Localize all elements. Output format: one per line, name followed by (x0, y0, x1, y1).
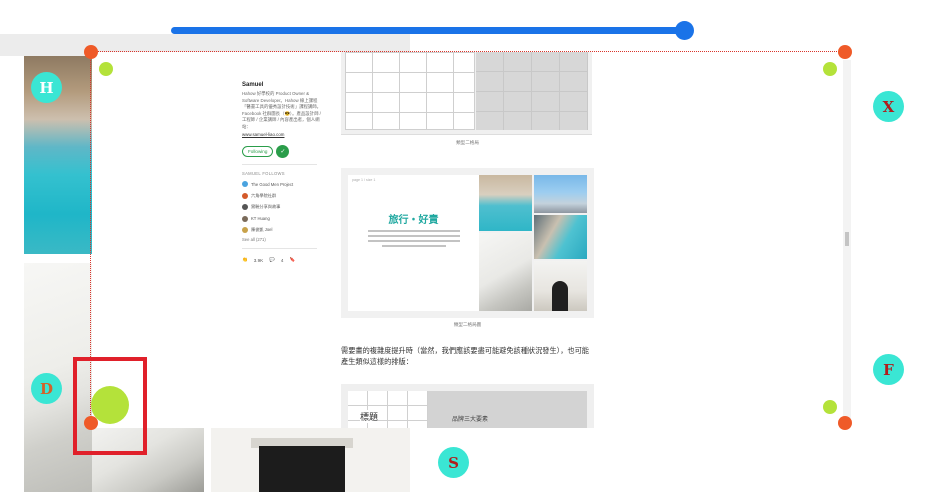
photo-dark-doorway (211, 428, 410, 492)
resize-handle-top-right[interactable] (838, 45, 852, 59)
travel-text-lines (368, 230, 460, 250)
resize-handle-top-left[interactable] (84, 45, 98, 59)
follow-avatar-icon (242, 192, 248, 199)
selection-top-edge (92, 51, 845, 52)
marker-dot-top-right[interactable] (823, 62, 837, 76)
title-layout-figure: 標題 品牌三大要素 (341, 384, 594, 428)
follows-list: The Good Men Project 六角學院社群 實驗分享與故事 KT Huan… (242, 179, 322, 237)
follow-item[interactable]: 陳俊凱 Joel (242, 225, 322, 237)
badge-s-letter: S (448, 453, 459, 472)
badge-f[interactable]: F (873, 354, 904, 385)
follow-item-label: KT Huang (251, 216, 270, 222)
figure-caption-2: 類型二格局圖 (453, 322, 482, 327)
travel-photo-coast (479, 175, 532, 231)
bookmark-icon[interactable]: 🔖 (289, 257, 295, 263)
follow-avatar-icon (242, 204, 248, 211)
title-layout-card: 標題 品牌三大要素 (348, 391, 587, 428)
following-button[interactable]: Following (242, 145, 274, 157)
highlight-box (73, 357, 147, 455)
table-grey-block (476, 52, 588, 130)
slider-track[interactable] (171, 27, 685, 34)
follow-avatar-icon (242, 181, 248, 188)
follow-item[interactable]: KT Huang (242, 213, 322, 225)
title-label: 標題 (360, 410, 379, 423)
badge-s[interactable]: S (438, 447, 469, 478)
resize-handle-bottom-right[interactable] (838, 416, 852, 430)
author-sidebar: Samuel Hahow 好學校的 Product Owner & Softwa… (242, 82, 322, 263)
response-icon[interactable]: 💬 (269, 257, 275, 263)
travel-photo-wall (479, 233, 532, 311)
table-grid (345, 52, 475, 130)
travel-photo-beach (534, 215, 587, 259)
follows-heading: SAMUEL FOLLOWS (242, 170, 285, 176)
user-plus-icon[interactable]: ✓ (276, 144, 290, 158)
badge-d[interactable]: D (31, 373, 62, 404)
marker-dot-top-left[interactable] (99, 62, 113, 76)
see-all-link[interactable]: See all (271) (242, 237, 322, 242)
sidebar-divider (242, 248, 317, 250)
author-name[interactable]: Samuel (242, 82, 322, 88)
title-grey-block: 品牌三大要素 (428, 391, 587, 428)
badge-h[interactable]: H (31, 72, 62, 103)
follow-item-label: 陳俊凱 Joel (251, 227, 273, 233)
follow-item-label: The Good Men Project (251, 181, 294, 187)
stats-row: 👏 3.9K 💬 4 🔖 (242, 257, 322, 263)
layout-table-figure (341, 52, 592, 135)
follow-item[interactable]: The Good Men Project (242, 179, 322, 191)
follow-row: Following ✓ (242, 144, 322, 158)
travel-photo-arch (534, 261, 587, 311)
badge-f-letter: F (883, 360, 894, 379)
travel-title: 旅行・好責 (388, 215, 439, 226)
doorway (259, 446, 345, 492)
clap-count: 3.9K (253, 257, 264, 263)
marker-dot-bottom-right[interactable] (823, 400, 837, 414)
travel-layout-figure: page 1 / size 1 旅行・好責 (341, 168, 594, 318)
follow-avatar-icon (242, 215, 248, 222)
badge-h-letter: H (39, 78, 54, 97)
follow-avatar-icon (242, 227, 248, 234)
page-scrollbar-thumb[interactable] (845, 232, 849, 246)
stage: Samuel Hahow 好學校的 Product Owner & Softwa… (0, 0, 927, 492)
travel-text-card: page 1 / size 1 旅行・好責 (348, 175, 479, 311)
follow-item[interactable]: 實驗分享與故事 (242, 202, 322, 214)
follow-item-label: 六角學院社群 (251, 192, 277, 198)
brand-elements-label: 品牌三大要素 (452, 416, 489, 423)
badge-d-letter: D (39, 379, 53, 398)
article-paragraph: 需要畫的複雜度提升時（當然，我們應該要盡可能避免該種狀況發生），也可能產生類似這… (341, 346, 589, 366)
follow-item[interactable]: 六角學院社群 (242, 190, 322, 202)
author-bio: Hahow 好學校的 Product Owner & Software Deve… (242, 91, 322, 129)
follow-item-label: 實驗分享與故事 (251, 204, 281, 210)
article-page: Samuel Hahow 好學校的 Product Owner & Softwa… (92, 52, 845, 428)
sidebar-divider (242, 163, 317, 165)
response-count: 4 (280, 257, 284, 263)
clap-icon[interactable]: 👏 (242, 257, 248, 263)
slider-knob[interactable] (675, 21, 694, 40)
author-website-link[interactable]: www.samuel-liao.com (242, 132, 322, 137)
badge-x-letter: X (882, 97, 895, 116)
badge-x[interactable]: X (873, 91, 904, 122)
travel-page-tag: page 1 / size 1 (352, 178, 376, 182)
travel-photo-city (534, 175, 587, 213)
figure-caption-1: 類型二格局 (456, 140, 479, 145)
